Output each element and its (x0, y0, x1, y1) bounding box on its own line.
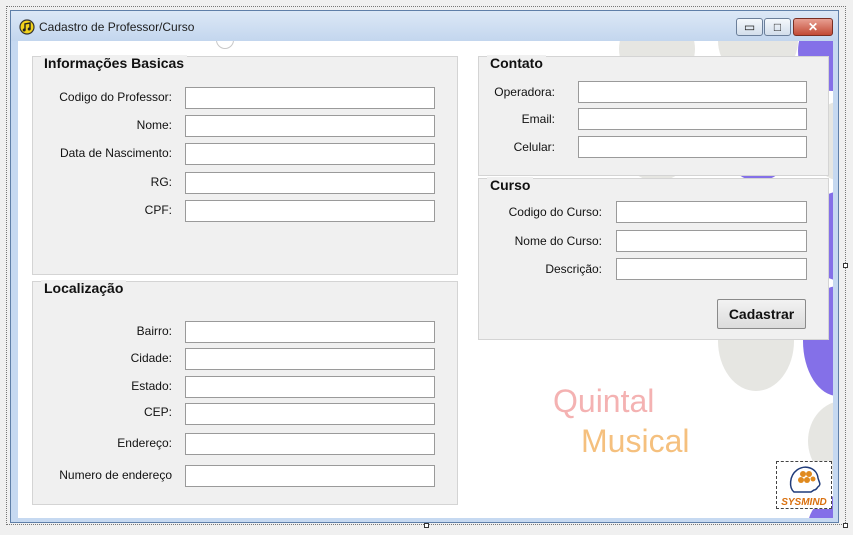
resize-handle-corner[interactable] (843, 523, 848, 528)
resize-handle-right[interactable] (843, 263, 848, 268)
resize-handle-bottom[interactable] (424, 523, 429, 528)
designer-selection-frame (6, 6, 846, 525)
